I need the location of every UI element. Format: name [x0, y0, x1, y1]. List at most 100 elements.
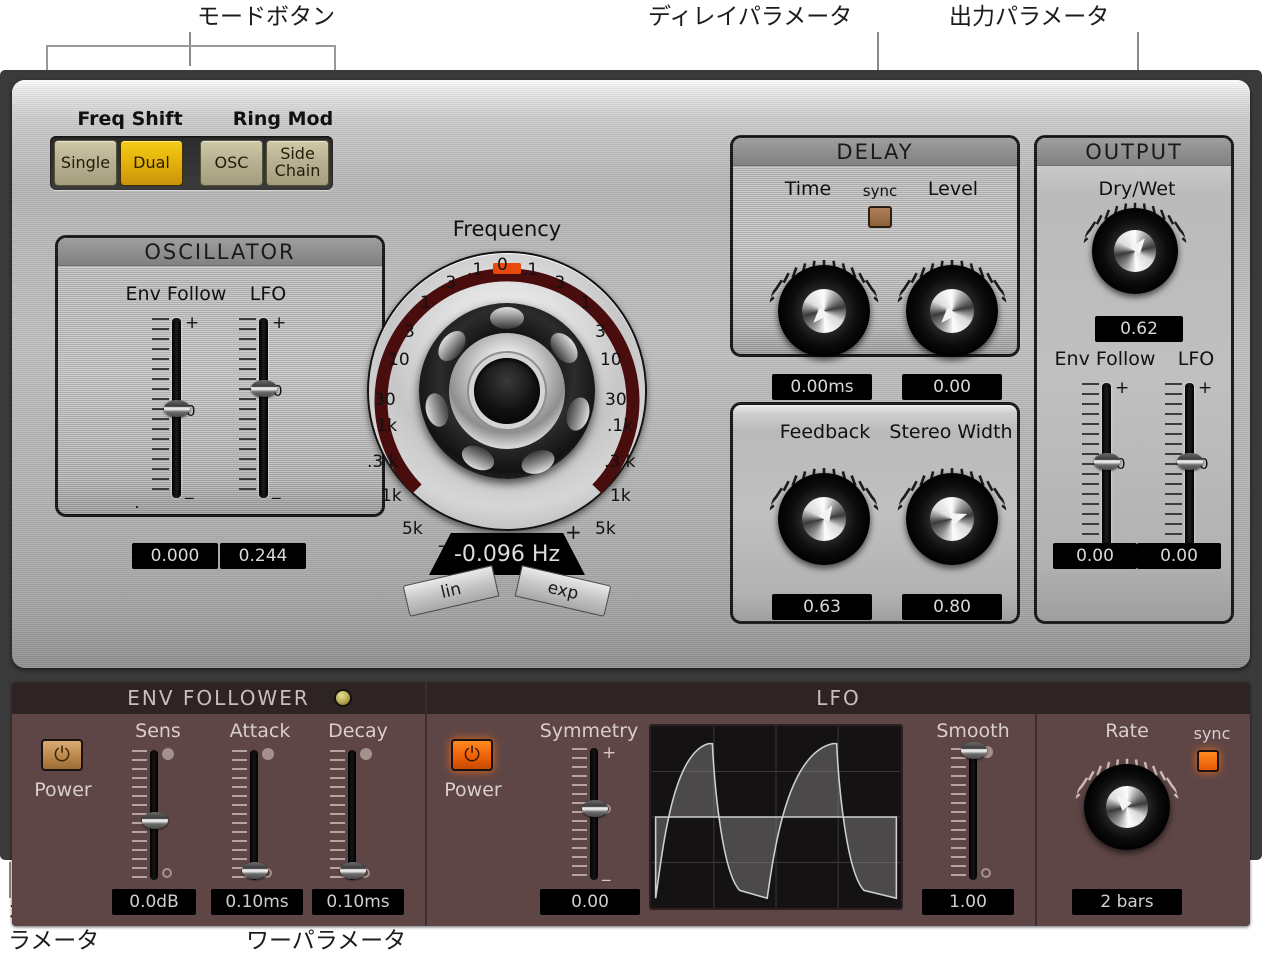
freq-scale-right-1k: 1k — [610, 486, 631, 506]
callout-delay-params: ディレイパラメータ — [648, 4, 853, 30]
oscillator-lfo-label: LFO — [249, 283, 287, 305]
slider-thumb[interactable] — [1094, 453, 1120, 470]
delay-level-knob[interactable] — [897, 260, 1007, 357]
knob-dimple — [422, 390, 452, 430]
lfo-smooth-slider[interactable] — [951, 742, 997, 880]
feedback-knob[interactable] — [769, 468, 879, 565]
mode-button-single[interactable]: Single — [54, 140, 117, 186]
env-follower-sens-slider[interactable] — [132, 748, 178, 880]
env-follower-decay-label: Decay — [328, 720, 388, 742]
slider-bottom-dot-icon — [162, 868, 172, 878]
slider-track — [348, 750, 356, 880]
feedback-label: Feedback — [779, 421, 871, 443]
delay-sync-button[interactable] — [868, 206, 892, 228]
freq-scale-right-3: 3 — [595, 322, 606, 342]
freq-plus-label: + — [565, 520, 582, 544]
output-drywet-readout[interactable]: 0.62 — [1095, 316, 1183, 342]
output-env-follow-slider[interactable]: + _ 0 — [1082, 378, 1132, 549]
output-env-follow-readout[interactable]: 0.00 — [1053, 543, 1137, 569]
freq-scale-right-.3k: .3 k — [604, 452, 636, 472]
stereo-width-knob[interactable] — [897, 468, 1007, 565]
delay-time-knob[interactable] — [769, 260, 879, 357]
lfo-symmetry-label: Symmetry — [539, 720, 639, 742]
env-follower-led-icon — [334, 689, 352, 707]
mode-button-dual[interactable]: Dual — [120, 140, 183, 186]
knob-dimple — [490, 307, 524, 329]
delay-time-readout[interactable]: 0.00ms — [772, 374, 872, 400]
freq-scale-right-1: 1 — [580, 293, 591, 313]
freq-scale-right-10: 10 — [600, 350, 622, 370]
slider-thumb[interactable] — [961, 742, 987, 759]
slider-plus-label: + — [272, 313, 287, 333]
env-follower-decay-readout[interactable]: 0.10ms — [312, 889, 404, 915]
lfo-title: LFO — [427, 682, 1250, 714]
oscillator-lfo-readout[interactable]: 0.244 — [220, 543, 306, 569]
lfo-sync-label: sync — [1193, 724, 1231, 743]
oscillator-env-follow-slider[interactable]: + _ 0 — [152, 313, 202, 499]
lfo-symmetry-slider[interactable]: + _ — [572, 743, 618, 881]
freq-scale-left-.1k: .1k — [371, 416, 398, 436]
freq-scale-right-.1k: .1k — [607, 416, 634, 436]
output-drywet-knob[interactable] — [1083, 202, 1187, 294]
slider-ticks — [232, 750, 247, 880]
freq-scale-left-.1: .1 — [467, 260, 484, 280]
output-title: OUTPUT — [1037, 138, 1231, 166]
freq-scale-right-.3: .3 — [549, 273, 566, 293]
bracket-mode-buttons — [46, 45, 336, 70]
callout-output-params: 出力パラメータ — [949, 4, 1110, 30]
mode-button-osc[interactable]: OSC — [200, 140, 263, 186]
stereo-width-readout[interactable]: 0.80 — [902, 594, 1002, 620]
lfo-smooth-readout[interactable]: 1.00 — [922, 889, 1014, 915]
env-follower-power-label: Power — [34, 779, 92, 801]
lfo-symmetry-readout[interactable]: 0.00 — [540, 889, 640, 915]
delay-level-readout[interactable]: 0.00 — [902, 374, 1002, 400]
slider-thumb[interactable] — [1177, 453, 1203, 470]
env-follower-power-button[interactable]: ⏻ — [41, 739, 83, 771]
feedback-readout[interactable]: 0.63 — [772, 594, 872, 620]
slider-thumb[interactable] — [164, 400, 190, 417]
rack-divider — [1035, 714, 1037, 926]
slider-ticks — [239, 318, 256, 498]
slider-ticks — [330, 750, 345, 880]
slider-thumb[interactable] — [142, 812, 168, 829]
lfo-rate-readout[interactable]: 2 bars — [1072, 889, 1182, 915]
slider-plus-label: + — [185, 313, 200, 333]
slider-minus-label: _ — [272, 480, 281, 500]
frequency-readout[interactable]: -0.096 Hz — [429, 533, 585, 575]
mode-button-bank: Single Dual OSC Side Chain — [50, 136, 333, 190]
ring-mod-label: Ring Mod — [232, 108, 334, 130]
knob-face — [1084, 764, 1170, 850]
plugin-window: Freq Shift Ring Mod Single Dual OSC Side… — [0, 70, 1262, 926]
slider-thumb[interactable] — [582, 800, 608, 817]
output-lfo-readout[interactable]: 0.00 — [1137, 543, 1221, 569]
freq-scale-right-5k: 5k — [595, 519, 616, 539]
slider-top-dot-icon — [262, 748, 274, 760]
slider-plus-label: + — [1115, 378, 1130, 398]
output-lfo-slider[interactable]: + _ 0 — [1165, 380, 1215, 549]
env-follower-title: ENV FOLLOWER — [12, 682, 425, 714]
env-follower-attack-label: Attack — [229, 720, 291, 742]
frequency-knob-body[interactable] — [419, 303, 595, 479]
slider-thumb[interactable] — [242, 862, 268, 879]
oscillator-title: OSCILLATOR — [58, 238, 382, 266]
delay-title: DELAY — [733, 138, 1017, 166]
lfo-sync-button[interactable] — [1197, 750, 1219, 772]
oscillator-lfo-slider[interactable]: + _ 0 — [239, 313, 289, 500]
env-follower-attack-slider[interactable] — [232, 748, 278, 880]
lfo-power-button[interactable]: ⏻ — [451, 739, 493, 771]
freq-scale-left-1: 1 — [420, 293, 431, 313]
lfo-rate-knob[interactable] — [1075, 758, 1179, 850]
env-follower-sens-label: Sens — [135, 720, 181, 742]
env-follower-sens-readout[interactable]: 0.0dB — [112, 889, 196, 915]
slider-thumb[interactable] — [340, 862, 366, 879]
lfo-power-label: Power — [444, 779, 502, 801]
lfo-waveform-display[interactable] — [649, 724, 903, 910]
frequency-dial[interactable]: Frequency 0 .1 .1 .3 .3 1 1 3 3 10 10 30… — [367, 217, 647, 617]
env-follower-attack-readout[interactable]: 0.10ms — [211, 889, 303, 915]
oscillator-env-follow-readout[interactable]: 0.000 — [132, 543, 218, 569]
slider-track — [969, 748, 977, 880]
slider-plus-label: + — [602, 743, 617, 763]
slider-thumb[interactable] — [251, 380, 277, 397]
mode-button-sidechain[interactable]: Side Chain — [266, 140, 329, 186]
env-follower-decay-slider[interactable] — [330, 748, 376, 880]
